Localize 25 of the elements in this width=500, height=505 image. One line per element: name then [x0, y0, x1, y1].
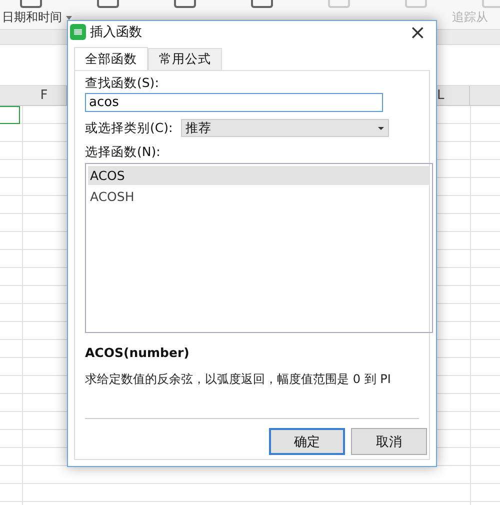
list-item[interactable]: ACOS	[88, 166, 430, 185]
tab[interactable]: 全部函数	[74, 47, 148, 70]
ribbon-label: 追踪从	[452, 9, 488, 26]
ok-button[interactable]: 确定	[269, 428, 345, 455]
tab[interactable]: 常用公式	[148, 48, 222, 70]
selected-cell[interactable]	[0, 106, 20, 124]
field-label: 查找函数(S):	[85, 75, 160, 92]
tray-icon	[251, 0, 273, 8]
function-signature: ACOS(number)	[85, 345, 190, 360]
tray-icon	[97, 0, 119, 8]
app-logo-icon	[70, 24, 86, 40]
tray-icon	[174, 0, 196, 8]
tray-icon	[20, 0, 42, 8]
list-item[interactable]: ACOSH	[88, 187, 430, 206]
function-description: 求给定数值的反余弦，以弧度返回，幅度值范围是 0 到 PI	[85, 371, 392, 388]
cancel-button[interactable]: 取消	[351, 428, 427, 455]
close-button[interactable]: ×	[405, 23, 430, 41]
field-label: 选择函数(N):	[85, 144, 162, 161]
field-label: 或选择类别(C):	[85, 120, 173, 136]
dialog-title: 插入函数	[90, 24, 143, 41]
tray-icon	[482, 0, 500, 8]
category-dropdown[interactable]: 推荐	[180, 119, 389, 137]
search-field[interactable]: acos	[85, 93, 383, 112]
tray-icon	[405, 0, 427, 8]
tray-icon	[328, 0, 350, 8]
